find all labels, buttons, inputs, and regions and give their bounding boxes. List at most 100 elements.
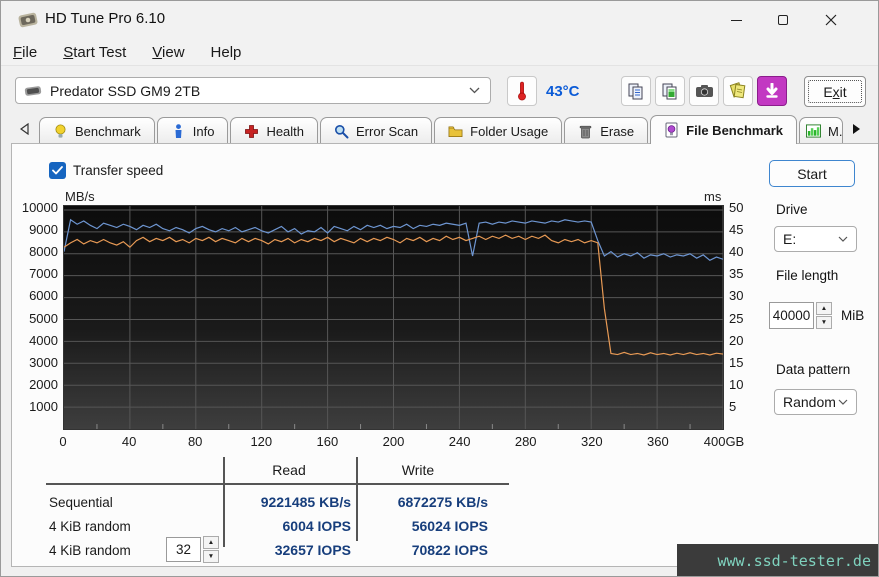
menu-view[interactable]: View: [152, 44, 184, 61]
axis-tick-label: 40: [122, 434, 136, 449]
axis-tick-label: 80: [188, 434, 202, 449]
axis-tick-label: 200: [383, 434, 405, 449]
axis-tick-label: 120: [250, 434, 272, 449]
drive-selector-value: Predator SSD GM9 2TB: [50, 83, 200, 99]
exit-button[interactable]: Exit: [804, 76, 866, 107]
axis-tick-label: 40: [729, 244, 743, 259]
axis-tick-label: 10: [729, 377, 743, 392]
toolbar: Predator SSD GM9 2TB 43°C: [1, 66, 879, 113]
menu-bar: File Start Test View Help: [1, 39, 879, 66]
spin-down-button[interactable]: ▼: [203, 550, 219, 563]
bulb-icon: [53, 123, 68, 139]
chevron-down-icon: [838, 399, 848, 405]
drive-selector-dropdown[interactable]: Predator SSD GM9 2TB: [15, 77, 491, 104]
tab-label: File Benchmark: [686, 123, 783, 138]
notes-icon: [729, 82, 748, 100]
maximize-button[interactable]: [760, 1, 806, 39]
menu-file[interactable]: File: [13, 44, 37, 61]
hdtune-window: HD Tune Pro 6.10 File Start Test View He…: [0, 0, 879, 577]
info-icon: [171, 123, 186, 139]
app-disk-icon: [17, 10, 39, 30]
chart-canvas: [64, 206, 723, 429]
axis-tick-label: 8000: [1, 244, 58, 259]
data-pattern-dropdown[interactable]: Random: [774, 389, 857, 415]
minimize-button[interactable]: [713, 1, 759, 39]
chevron-down-icon: [469, 87, 480, 94]
spin-up-button[interactable]: ▲: [816, 302, 832, 315]
close-button[interactable]: [808, 1, 854, 39]
health-cross-icon: [244, 123, 259, 139]
tab-strip: Benchmark Info Health Error Scan Folder …: [1, 113, 879, 144]
tab-label: Info: [193, 124, 215, 139]
tab-benchmark[interactable]: Benchmark: [39, 117, 155, 144]
axis-tick-label: 6000: [1, 288, 58, 303]
row-4kib-random-label: 4 KiB random: [49, 519, 131, 534]
drive-dropdown[interactable]: E:: [774, 226, 857, 252]
temperature-button[interactable]: [507, 76, 537, 106]
tab-label: Erase: [600, 124, 634, 139]
axis-tick-label: 360: [647, 434, 669, 449]
axis-tick-label: 4000: [1, 333, 58, 348]
tab-file-benchmark[interactable]: File Benchmark: [650, 115, 797, 144]
watermark-text: www.ssd-tester.de: [717, 552, 871, 570]
axis-tick-label: 240: [449, 434, 471, 449]
random-qd-read-value: 32657 IOPS: [221, 542, 351, 558]
read-column-header: Read: [272, 462, 305, 478]
disk-icon: [24, 85, 42, 97]
spin-down-button[interactable]: ▼: [816, 316, 832, 329]
transfer-speed-label: Transfer speed: [73, 163, 163, 178]
copy-image-button[interactable]: [655, 76, 685, 106]
sequential-read-value: 9221485 KB/s: [221, 494, 351, 510]
tab-scroll-right-button[interactable]: [847, 119, 865, 139]
axis-tick-label: 400GB: [704, 434, 744, 449]
spin-up-button[interactable]: ▲: [203, 536, 219, 549]
queue-depth-spinner: ▲ ▼: [203, 536, 219, 563]
drive-label: Drive: [776, 202, 808, 217]
queue-depth-input[interactable]: 32: [166, 537, 201, 562]
screenshot-button[interactable]: [689, 76, 719, 106]
menu-start-test[interactable]: Start Test: [63, 44, 126, 61]
axis-tick-label: 3000: [1, 355, 58, 370]
random-qd-write-value: 70822 IOPS: [358, 542, 488, 558]
tab-label: Folder Usage: [470, 124, 548, 139]
copy-image-icon: [661, 82, 679, 101]
axis-tick-label: 1000: [1, 399, 58, 414]
file-bulb-icon: [664, 122, 679, 138]
axis-tick-label: 25: [729, 311, 743, 326]
axis-tick-label: 5000: [1, 311, 58, 326]
axis-tick-label: 0: [59, 434, 66, 449]
data-pattern-value: Random: [783, 394, 836, 410]
title-bar: HD Tune Pro 6.10: [1, 1, 879, 39]
check-icon: [52, 166, 63, 175]
save-image-button[interactable]: [757, 76, 787, 106]
transfer-speed-checkbox[interactable]: [49, 162, 66, 179]
tab-scroll-left-button[interactable]: [15, 119, 33, 139]
minimize-icon: [731, 20, 742, 21]
axis-tick-label: 20: [729, 333, 743, 348]
tab-info[interactable]: Info: [157, 117, 229, 144]
results-header-line: [46, 483, 509, 485]
chart-bars-icon: [806, 123, 821, 139]
file-length-label: File length: [776, 268, 838, 283]
maximize-icon: [778, 15, 788, 25]
tab-folder-usage[interactable]: Folder Usage: [434, 117, 562, 144]
axis-tick-label: 35: [729, 266, 743, 281]
menu-help[interactable]: Help: [211, 44, 242, 61]
tab-health[interactable]: Health: [230, 117, 318, 144]
axis-tick-label: 5: [729, 399, 736, 414]
tab-label: Health: [266, 124, 304, 139]
axis-tick-label: 15: [729, 355, 743, 370]
tab-disk-monitor-partial[interactable]: M.: [799, 117, 843, 144]
start-button[interactable]: Start: [769, 160, 855, 187]
axis-tick-label: 2000: [1, 377, 58, 392]
save-text-button[interactable]: [723, 76, 753, 106]
file-length-input[interactable]: 40000: [769, 302, 814, 329]
download-arrow-icon: [765, 83, 779, 99]
copy-text-icon: [627, 82, 645, 101]
tab-error-scan[interactable]: Error Scan: [320, 117, 432, 144]
axis-tick-label: 45: [729, 222, 743, 237]
axis-tick-label: 9000: [1, 222, 58, 237]
copy-text-button[interactable]: [621, 76, 651, 106]
axis-tick-label: 160: [317, 434, 339, 449]
tab-erase[interactable]: Erase: [564, 117, 648, 144]
